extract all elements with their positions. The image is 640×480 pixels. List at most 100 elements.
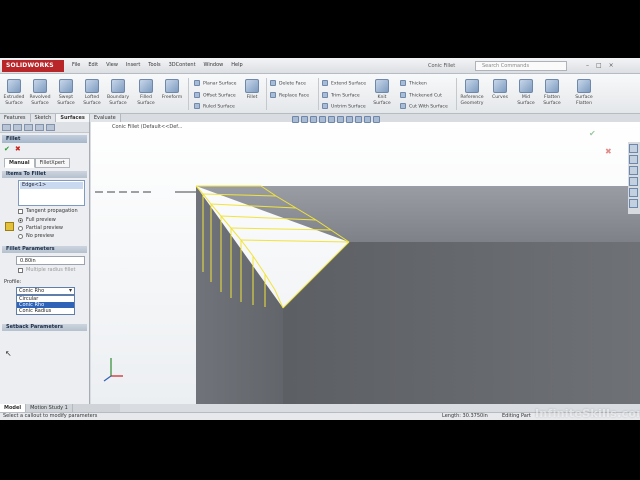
- multiple-radius-checkbox[interactable]: Multiple radius fillet: [0, 265, 89, 275]
- lofted-surface-button[interactable]: Lofted Surface: [80, 79, 104, 107]
- no-preview-radio[interactable]: No preview: [0, 232, 89, 240]
- radius-input[interactable]: 0.80in: [16, 256, 85, 265]
- close-icon[interactable]: ×: [609, 62, 614, 69]
- revolved-surface-button[interactable]: Revolved Surface: [28, 79, 52, 107]
- config-manager-icon[interactable]: [24, 124, 33, 131]
- top-face[interactable]: [196, 186, 640, 242]
- surface-flatten-button[interactable]: Surface Flatten: [572, 79, 596, 107]
- menu-tools[interactable]: Tools: [148, 62, 160, 71]
- menu-view[interactable]: View: [106, 62, 118, 71]
- file-explorer-icon[interactable]: [629, 166, 638, 175]
- tab-surfaces[interactable]: Surfaces: [56, 114, 90, 122]
- extruded-surface-button[interactable]: Extruded Surface: [2, 79, 26, 107]
- radio-dot[interactable]: [18, 225, 23, 231]
- fillet-parameters-header[interactable]: Fillet Parameters: [2, 246, 87, 253]
- edge-selection-box[interactable]: Edge<1>: [18, 180, 85, 206]
- setback-parameters-header[interactable]: Setback Parameters: [2, 324, 87, 331]
- thickened-cut-button[interactable]: Thickened Cut: [400, 92, 442, 99]
- filled-surface-button[interactable]: Filled Surface: [134, 79, 158, 107]
- radio-dot[interactable]: [18, 217, 23, 223]
- button-label: Untrim Surface: [331, 104, 366, 110]
- curves-button[interactable]: Curves: [488, 79, 512, 101]
- confirm-corner-ok-icon[interactable]: ✔: [589, 129, 596, 138]
- delete-face-button[interactable]: Delete Face: [270, 80, 306, 87]
- property-manager-icon[interactable]: [13, 124, 22, 131]
- freeform-button[interactable]: Freeform: [160, 79, 184, 101]
- profile-option-conic-radius[interactable]: Conic Radius: [17, 308, 74, 314]
- selected-edge[interactable]: Edge<1>: [20, 182, 83, 189]
- thicken-button[interactable]: Thicken: [400, 80, 427, 87]
- menu-window[interactable]: Window: [204, 62, 224, 71]
- tab-motion-study[interactable]: Motion Study 1: [26, 404, 73, 412]
- replace-face-button[interactable]: Replace Face: [270, 92, 309, 99]
- search-commands-input[interactable]: Search Commands: [475, 61, 567, 71]
- scene-icon[interactable]: [364, 116, 371, 123]
- reference-geometry-button[interactable]: Reference Geometry: [460, 79, 484, 107]
- mid-surface-button[interactable]: Mid Surface: [514, 79, 538, 107]
- confirm-corner-cancel-icon[interactable]: ✖: [605, 147, 612, 156]
- display-style-icon[interactable]: [337, 116, 344, 123]
- checkbox-box[interactable]: [18, 208, 23, 214]
- maximize-icon[interactable]: □: [596, 62, 602, 69]
- zoom-to-fit-icon[interactable]: [292, 116, 299, 123]
- menu-3dcontent[interactable]: 3DContent: [169, 62, 196, 71]
- minimize-icon[interactable]: –: [586, 62, 589, 69]
- cut-with-surface-button[interactable]: Cut With Surface: [400, 103, 448, 110]
- section-view-icon[interactable]: [319, 116, 326, 123]
- command-tabs: Features Sketch Surfaces Evaluate: [0, 114, 121, 122]
- side-face[interactable]: [196, 186, 283, 404]
- extend-surface-button[interactable]: Extend Surface: [322, 80, 366, 87]
- trim-surface-button[interactable]: Trim Surface: [322, 92, 360, 99]
- front-face[interactable]: [283, 242, 640, 404]
- ruled-surface-button[interactable]: Ruled Surface: [194, 103, 235, 110]
- reference-geometry-icon: [465, 79, 479, 93]
- tab-sketch[interactable]: Sketch: [30, 114, 57, 122]
- tab-evaluate[interactable]: Evaluate: [89, 114, 121, 122]
- zoom-area-icon[interactable]: [301, 116, 308, 123]
- edit-appearance-icon[interactable]: [355, 116, 362, 123]
- tangent-propagation-checkbox[interactable]: Tangent propagation: [0, 206, 89, 216]
- graphics-area[interactable]: ✔ ✖: [91, 122, 640, 404]
- menu-insert[interactable]: Insert: [126, 62, 140, 71]
- view-orientation-icon[interactable]: [328, 116, 335, 123]
- ok-check-icon[interactable]: ✔: [4, 145, 10, 153]
- feature-breadcrumb[interactable]: Conic Fillet (Default<<Def...: [112, 124, 182, 130]
- tab-filletxpert[interactable]: FilletXpert: [34, 158, 70, 168]
- hide-show-icon[interactable]: [346, 116, 353, 123]
- checkbox-box[interactable]: [18, 267, 23, 273]
- boundary-surface-button[interactable]: Boundary Surface: [106, 79, 130, 107]
- untrim-surface-button[interactable]: Untrim Surface: [322, 103, 366, 110]
- cancel-x-icon[interactable]: ✖: [15, 145, 21, 153]
- display-manager-icon[interactable]: [46, 124, 55, 131]
- feature-tree-icon[interactable]: [2, 124, 11, 131]
- command-manager: Extruded Surface Revolved Surface Swept …: [0, 74, 640, 114]
- appearances-icon[interactable]: [629, 188, 638, 197]
- knit-surface-button[interactable]: Knit Surface: [370, 79, 394, 107]
- tab-model[interactable]: Model: [0, 404, 27, 412]
- design-library-icon[interactable]: [629, 155, 638, 164]
- items-to-fillet-header[interactable]: Items To Fillet: [2, 171, 87, 178]
- swept-surface-button[interactable]: Swept Surface: [54, 79, 78, 107]
- custom-properties-icon[interactable]: [629, 199, 638, 208]
- offset-surface-button[interactable]: Offset Surface: [194, 92, 236, 99]
- menu-file[interactable]: File: [72, 62, 80, 71]
- planar-surface-button[interactable]: Planar Surface: [194, 80, 236, 87]
- tab-manual[interactable]: Manual: [4, 158, 35, 168]
- resources-icon[interactable]: [629, 144, 638, 153]
- flatten-surface-button[interactable]: Flatten Surface: [540, 79, 564, 107]
- button-label: Offset Surface: [203, 93, 236, 99]
- profile-dropdown[interactable]: Conic Rho: [16, 287, 75, 295]
- ribbon-separator: [318, 78, 319, 110]
- part-model-svg: ✔ ✖: [95, 129, 640, 404]
- view-palette-icon[interactable]: [629, 177, 638, 186]
- tab-features[interactable]: Features: [0, 114, 31, 122]
- dimxpert-icon[interactable]: [35, 124, 44, 131]
- button-label: Fillet: [246, 95, 258, 100]
- menu-edit[interactable]: Edit: [88, 62, 98, 71]
- menu-help[interactable]: Help: [231, 62, 242, 71]
- previous-view-icon[interactable]: [310, 116, 317, 123]
- fillet-button[interactable]: Fillet: [240, 79, 264, 101]
- radio-dot[interactable]: [18, 233, 23, 239]
- view-settings-icon[interactable]: [373, 116, 380, 123]
- profile-options-list: Circular Conic Rho Conic Radius: [16, 295, 75, 315]
